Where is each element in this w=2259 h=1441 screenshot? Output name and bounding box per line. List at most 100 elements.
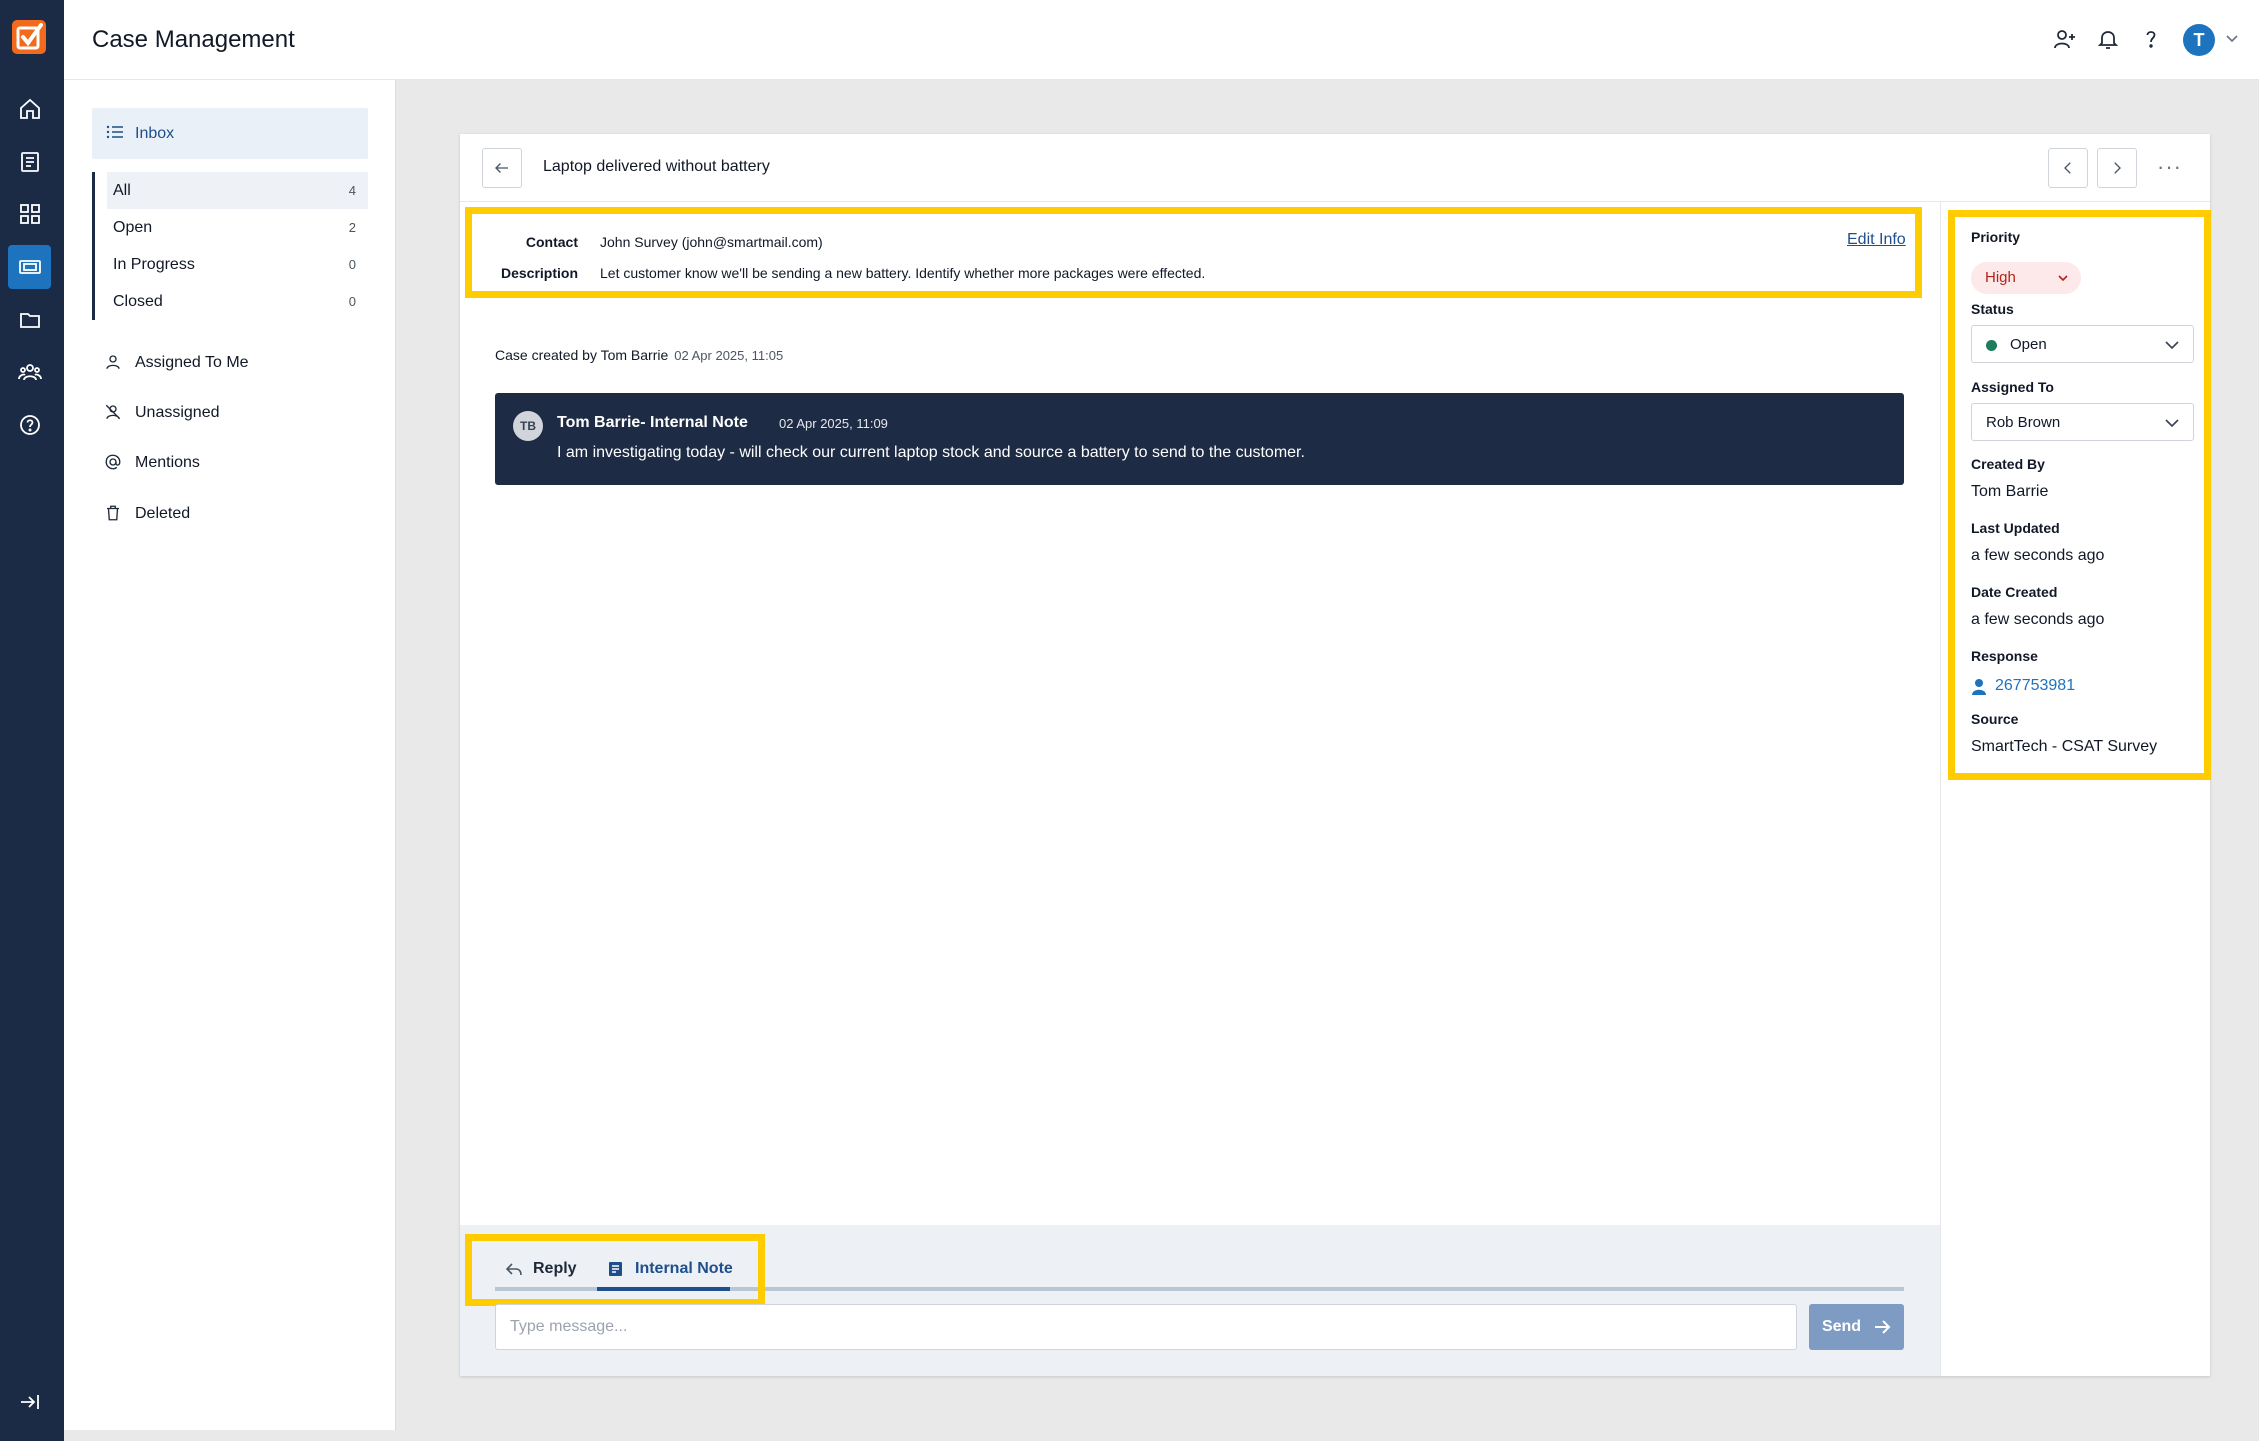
assigned-label: Assigned To [1971,379,2054,395]
rail-folders[interactable] [8,298,51,342]
add-user-button[interactable] [2050,24,2080,54]
filter-count: 2 [348,220,356,235]
priority-select[interactable]: High [1971,262,2081,294]
date-created-label: Date Created [1971,584,2058,600]
home-icon [19,98,40,119]
at-icon [105,454,121,470]
expand-right-icon [20,1395,39,1409]
chevron-down-icon[interactable] [2224,30,2240,46]
arrow-right-icon [1875,1320,1891,1334]
source-label: Source [1971,711,2019,727]
chevron-down-icon [2165,341,2179,350]
composer-tabs: Reply Internal Note [465,1234,765,1306]
user-off-icon [105,404,121,420]
rail-help[interactable] [8,403,51,447]
note-text: I am investigating today - will check ou… [557,444,1305,461]
ticket-icon [18,260,41,274]
response-value: 267753981 [1995,677,2076,694]
rail-surveys[interactable] [8,140,51,184]
grid-icon [19,204,40,224]
rail-home[interactable] [8,87,51,131]
question-icon [2146,31,2156,48]
contact-value: John Survey (john@smartmail.com) [600,234,823,250]
send-button[interactable]: Send [1809,1304,1904,1350]
filter-all[interactable]: All 4 [107,172,368,209]
filter-count: 4 [348,183,356,198]
filter-count: 0 [348,257,356,272]
tab-label: Internal Note [635,1260,733,1277]
previous-case-button[interactable] [2048,148,2088,188]
help-button[interactable] [2136,24,2166,54]
case-detail-card: Laptop delivered without battery ··· Con… [460,134,2211,1376]
nav-rail [0,0,64,1441]
filter-label: In Progress [113,256,195,273]
inbox-header[interactable]: Inbox [92,108,368,159]
note-icon [609,1262,622,1276]
source-value: SmartTech - CSAT Survey [1971,738,2158,755]
contact-label: Contact [525,234,578,250]
back-button[interactable] [482,148,522,188]
rail-expand[interactable] [8,1380,51,1424]
list-icon [106,125,123,139]
filter-count: 0 [348,294,356,309]
created-date: 02 Apr 2025, 11:05 [674,348,784,363]
trash-icon [107,505,119,521]
message-input[interactable] [495,1304,1797,1350]
filter-label: All [113,182,131,199]
folder-icon [19,313,40,328]
note-author: Tom Barrie- Internal Note [557,414,748,431]
chevron-right-icon [2114,162,2121,174]
last-updated-value: a few seconds ago [1971,547,2105,564]
assigned-value: Rob Brown [1986,414,2061,431]
description-label: Description [500,265,578,281]
top-header: Case Management T [64,0,2259,80]
priority-value: High [1985,269,2016,286]
help-circle-icon [19,415,40,435]
link-label: Unassigned [135,404,220,421]
more-options-icon[interactable]: ··· [2157,154,2182,180]
case-details-panel: Priority High Status Open Assigned To Ro… [1940,202,2211,1376]
last-updated-label: Last Updated [1971,520,2060,536]
case-created-line: Case created by Tom Barrie 02 Apr 2025, 1… [495,347,783,363]
user-icon [106,355,120,369]
created-text: Case created by Tom Barrie [495,347,669,363]
assigned-select[interactable]: Rob Brown [1971,403,2194,441]
case-title: Laptop delivered without battery [543,158,770,175]
reply-icon [505,1263,522,1276]
check-logo-icon [16,23,43,50]
page-title: Case Management [92,26,295,53]
chevron-left-icon [2064,162,2071,174]
contact-info-box: Contact John Survey (john@smartmail.com)… [465,207,1922,298]
author-avatar: TB [513,411,543,441]
rail-contacts[interactable] [8,350,51,394]
chevron-down-icon [2058,275,2068,282]
message-composer: Reply Internal Note Send [460,1225,1940,1376]
bell-icon [2097,31,2119,49]
note-date: 02 Apr 2025, 11:09 [779,416,888,431]
filter-open[interactable]: Open 2 [107,209,368,246]
edit-info-link[interactable]: Edit Info [1847,231,1906,249]
rail-cases[interactable] [8,245,51,289]
next-case-button[interactable] [2097,148,2137,188]
link-label: Mentions [135,454,200,471]
status-value: Open [2010,336,2047,353]
rail-dashboards[interactable] [8,192,51,236]
send-label: Send [1821,1318,1862,1335]
filter-closed[interactable]: Closed 0 [107,283,368,320]
arrow-left-icon [495,163,508,173]
user-avatar[interactable]: T [2183,24,2215,56]
status-dot [1986,340,1997,351]
filter-in-progress[interactable]: In Progress 0 [107,246,368,283]
status-select[interactable]: Open [1971,325,2194,363]
date-created-value: a few seconds ago [1971,611,2105,628]
created-by-value: Tom Barrie [1971,483,2049,500]
internal-note-message: TB Tom Barrie- Internal Note 02 Apr 2025… [495,393,1904,485]
person-icon [1972,679,1986,695]
description-value: Let customer know we'll be sending a new… [600,265,1206,281]
user-plus-icon [2054,30,2075,49]
case-header: Laptop delivered without battery ··· [460,134,2210,202]
app-logo[interactable] [12,20,46,54]
link-label: Assigned To Me [135,354,249,371]
inbox-label: Inbox [135,125,175,142]
notifications-button[interactable] [2093,24,2123,54]
